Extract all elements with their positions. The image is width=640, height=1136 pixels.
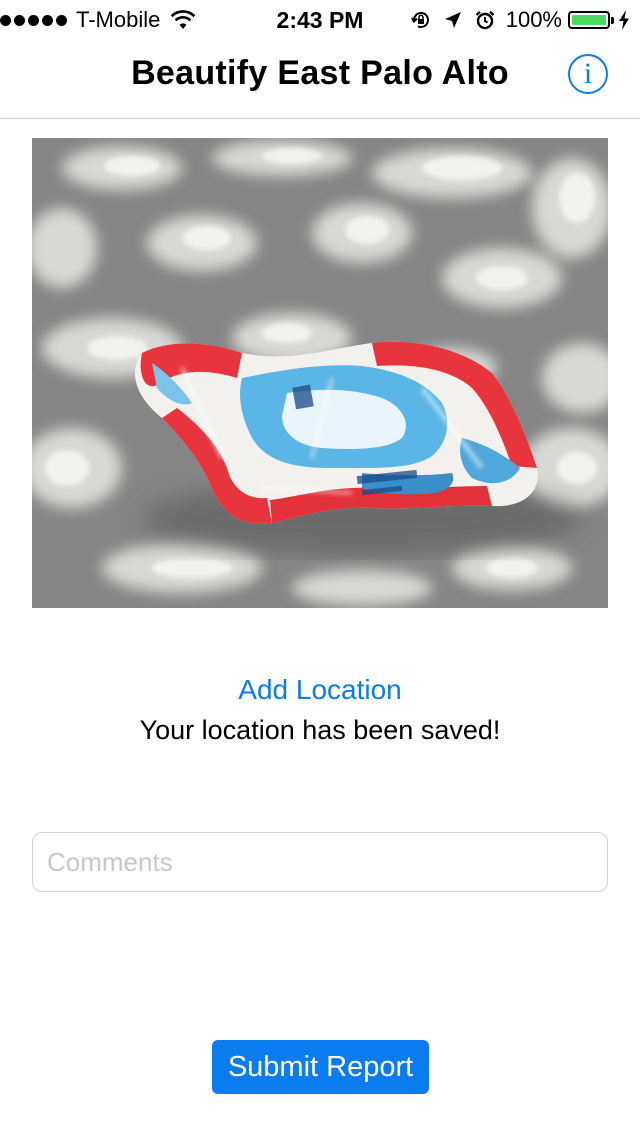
alarm-icon (475, 10, 495, 30)
charging-bolt-icon (619, 10, 629, 30)
battery-icon (568, 11, 614, 29)
app-screen: T-Mobile 2:43 PM 100% Beautify East Palo… (0, 0, 640, 1136)
battery-percent: 100% (505, 7, 562, 32)
litter-photo-image (32, 138, 608, 608)
info-icon[interactable]: i (568, 54, 608, 94)
rotation-lock-icon (410, 11, 429, 28)
navigation-bar: Beautify East Palo Alto i (0, 40, 640, 119)
page-title: Beautify East Palo Alto (131, 54, 509, 92)
add-location-button[interactable]: Add Location (0, 674, 640, 706)
submit-report-button[interactable]: Submit Report (212, 1040, 429, 1094)
status-bar: T-Mobile 2:43 PM 100% (0, 0, 640, 40)
comments-input[interactable] (32, 832, 608, 892)
location-arrow-icon (444, 12, 461, 28)
location-status-text: Your location has been saved! (139, 715, 501, 745)
status-right: 100% (400, 0, 630, 40)
battery-fill (572, 15, 606, 25)
litter-photo (32, 138, 608, 608)
